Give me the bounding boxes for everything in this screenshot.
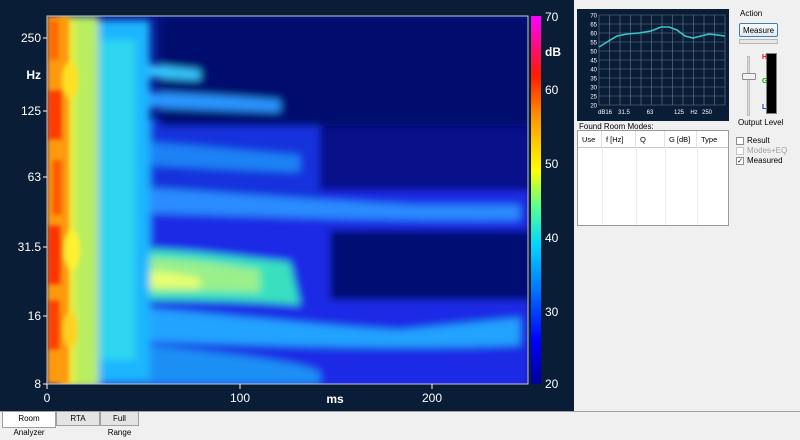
mini-x-axis: dB16 31.5 63 125 250 Hz xyxy=(598,110,713,116)
mini-y-tick-label: 70 xyxy=(590,14,597,20)
tab-full-range[interactable]: Full Range xyxy=(100,412,139,437)
column-header-use[interactable]: Use xyxy=(578,131,602,147)
measure-progress-bar xyxy=(739,39,778,44)
mini-y-tick-label: 20 xyxy=(590,104,597,110)
y-tick-label: 250 xyxy=(21,31,41,45)
mini-x-tick-label: 31.5 xyxy=(618,110,630,116)
room-modes-table[interactable]: Use f [Hz] Q G [dB] Type xyxy=(577,130,729,226)
y-tick-label: 16 xyxy=(28,309,42,323)
column-divider xyxy=(602,147,603,225)
x-axis: 0 100 ms 200 xyxy=(44,384,442,406)
mini-x-tick-label: 63 xyxy=(647,110,654,116)
result-option[interactable]: Result xyxy=(736,136,770,145)
mini-y-tick-label: 55 xyxy=(590,41,597,47)
mini-x-tick-label: 250 xyxy=(702,110,713,116)
output-level-label: Output Level xyxy=(738,118,784,127)
measured-option[interactable]: ✓ Measured xyxy=(736,156,783,165)
measure-button[interactable]: Measure xyxy=(739,23,778,37)
colorbar-axis: 70 dB 60 50 40 30 20 xyxy=(545,10,561,391)
mini-y-tick-label: 35 xyxy=(590,77,597,83)
modes-eq-option[interactable]: Modes+EQ xyxy=(736,146,787,155)
mini-x-unit: Hz xyxy=(690,110,697,116)
colorbar-unit: dB xyxy=(545,45,561,59)
modes-eq-label: Modes+EQ xyxy=(747,146,788,155)
x-tick-label: 100 xyxy=(230,391,250,405)
colorbar-tick-label: 50 xyxy=(545,157,559,171)
meter-good-label: G xyxy=(762,78,768,85)
mini-x-tick-label: dB16 xyxy=(598,110,613,116)
waterfall-chart: 250 Hz 125 63 31.5 16 8 0 100 ms 200 70 … xyxy=(18,10,562,406)
column-header-q[interactable]: Q xyxy=(636,131,665,147)
mini-y-tick-label: 50 xyxy=(590,50,597,56)
column-header-type[interactable]: Type xyxy=(697,131,728,147)
meter-low-label: L xyxy=(762,104,767,111)
mini-y-tick-label: 65 xyxy=(590,23,597,29)
result-checkbox[interactable] xyxy=(736,136,744,145)
measured-checkbox[interactable]: ✓ xyxy=(736,156,744,165)
mini-y-tick-label: 40 xyxy=(590,68,597,74)
y-tick-label: 31.5 xyxy=(18,240,42,254)
y-tick-label: 125 xyxy=(21,104,41,118)
colorbar-tick-label: 30 xyxy=(545,305,559,319)
colorbar-tick-label: 40 xyxy=(545,231,559,245)
colorbar xyxy=(531,16,541,384)
mini-y-tick-label: 45 xyxy=(590,59,597,65)
waterfall-panel: 250 Hz 125 63 31.5 16 8 0 100 ms 200 70 … xyxy=(0,0,574,412)
tab-rta[interactable]: RTA xyxy=(56,412,100,426)
tab-bar: Room Analyzer RTA Full Range xyxy=(0,411,800,437)
mini-y-tick-label: 30 xyxy=(590,86,597,92)
output-level-meter: H G L xyxy=(762,53,777,114)
y-tick-label: 8 xyxy=(34,377,41,391)
mini-grid xyxy=(598,14,726,106)
meter-high-label: H xyxy=(762,54,768,61)
mini-x-tick-label: 125 xyxy=(674,110,685,116)
y-axis: 250 Hz 125 63 31.5 16 8 xyxy=(18,31,47,391)
mini-y-tick-label: 25 xyxy=(590,95,597,101)
x-tick-label: 200 xyxy=(422,391,442,405)
colorbar-tick-label: 60 xyxy=(545,83,559,97)
colorbar-tick-label: 20 xyxy=(545,377,559,391)
output-level-slider-track[interactable] xyxy=(747,56,750,116)
frequency-response-panel: 70 65 60 55 50 45 40 35 30 25 20 dB16 31.5 63 125 250 H… xyxy=(577,9,729,121)
frequency-response-chart: 70 65 60 55 50 45 40 35 30 25 20 dB16 31.5 63 125 250 H… xyxy=(590,14,726,116)
spectrogram-image xyxy=(47,16,528,384)
x-axis-unit: ms xyxy=(326,392,344,406)
column-header-gain[interactable]: G [dB] xyxy=(665,131,697,147)
mini-y-axis: 70 65 60 55 50 45 40 35 30 25 20 xyxy=(590,14,597,110)
y-axis-unit: Hz xyxy=(26,68,41,82)
action-label: Action xyxy=(740,9,763,18)
tab-room-analyzer[interactable]: Room Analyzer xyxy=(2,412,56,437)
x-tick-label: 0 xyxy=(44,391,51,405)
y-tick-label: 63 xyxy=(28,170,42,184)
colorbar-tick-label: 70 xyxy=(545,10,559,24)
result-label: Result xyxy=(747,136,770,145)
mini-y-tick-label: 60 xyxy=(590,32,597,38)
output-level-slider-thumb[interactable] xyxy=(742,73,756,80)
room-modes-header: Use f [Hz] Q G [dB] Type xyxy=(578,131,728,148)
column-divider xyxy=(697,147,698,225)
modes-eq-checkbox[interactable] xyxy=(736,146,744,155)
column-divider xyxy=(665,147,666,225)
column-divider xyxy=(636,147,637,225)
column-header-frequency[interactable]: f [Hz] xyxy=(602,131,636,147)
measured-label: Measured xyxy=(747,156,783,165)
